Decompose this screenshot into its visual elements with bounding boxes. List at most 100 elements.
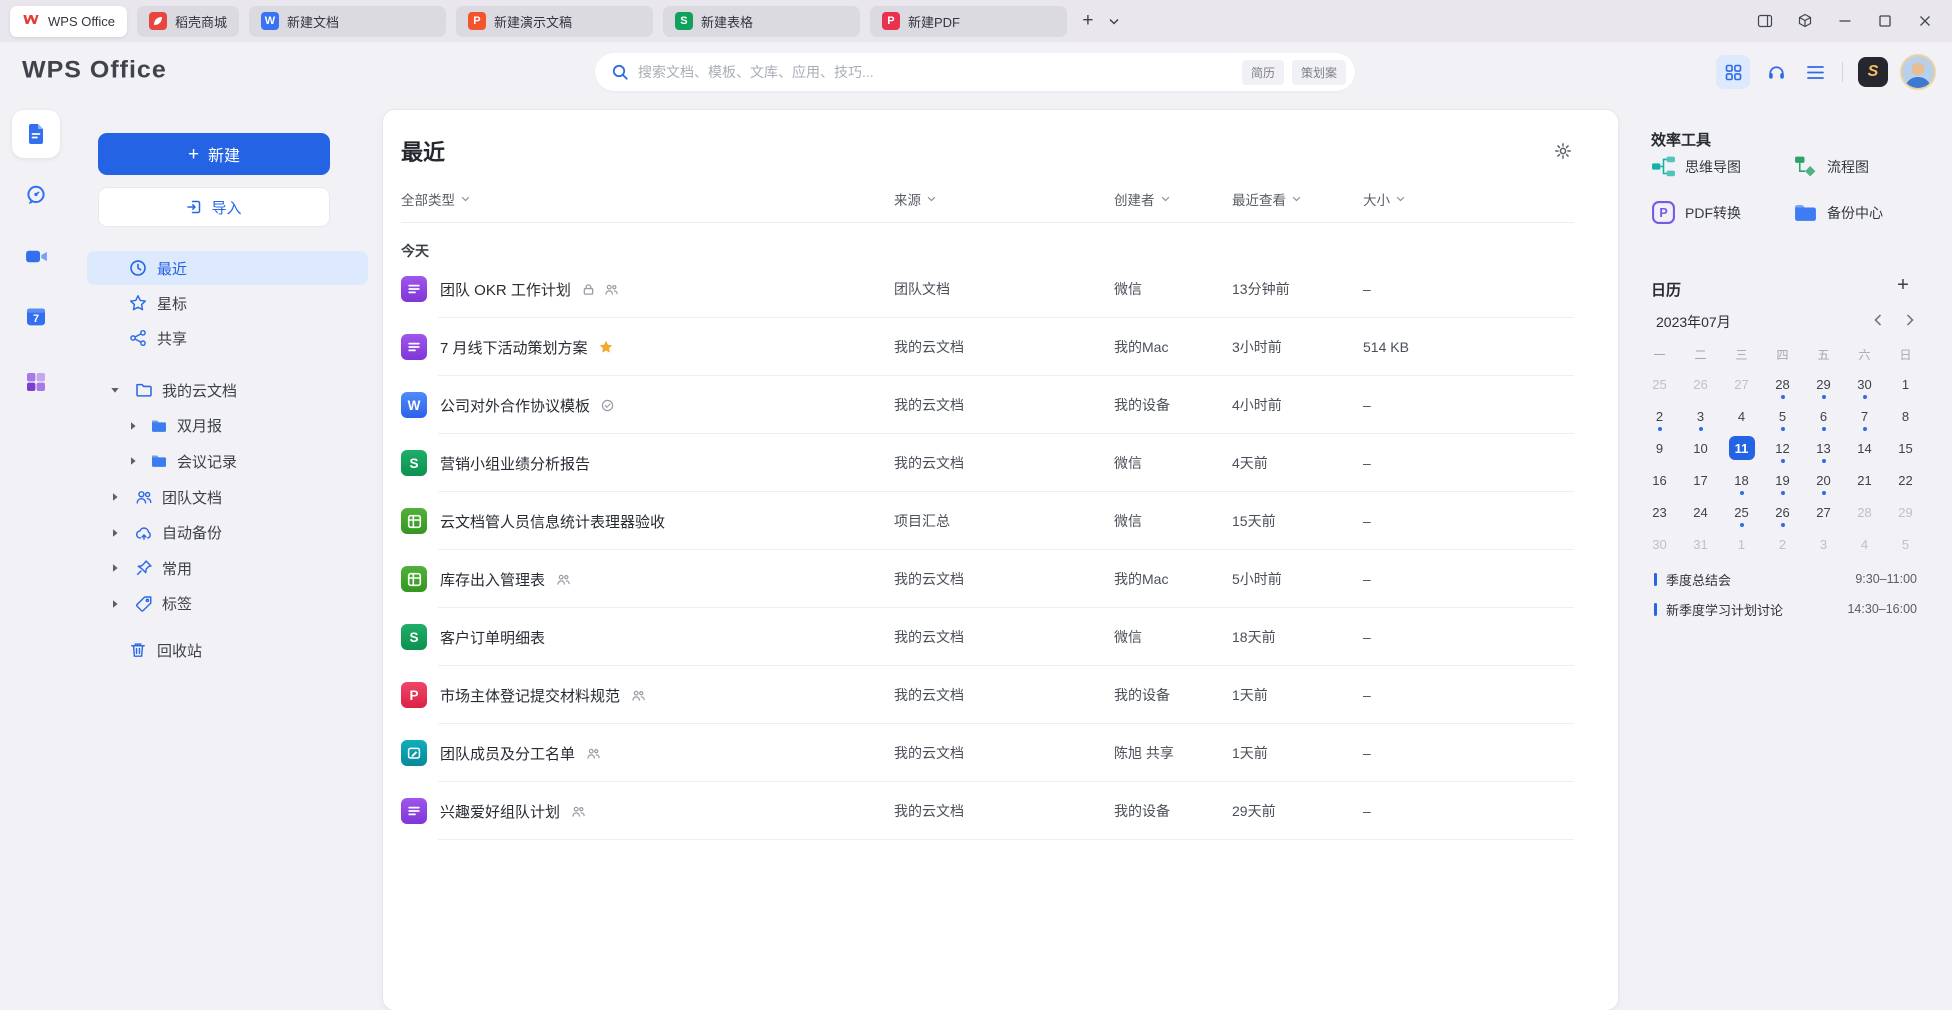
calendar-day[interactable]: 6 [1803,400,1844,432]
rail-calendar-icon[interactable]: 7 [12,293,60,341]
maximize-button[interactable] [1870,8,1900,34]
calendar-day[interactable]: 13 [1803,432,1844,464]
filter-dropdown[interactable]: 最近查看 [1232,189,1363,209]
file-row[interactable]: P 市场主体登记提交材料规范 我的云文档 我的设备 1天前 – [401,666,1574,724]
calendar-day[interactable]: 21 [1844,464,1885,496]
settings-gear-icon[interactable] [1552,140,1574,162]
calendar-day[interactable]: 27 [1803,496,1844,528]
tool-item[interactable]: 备份中心 [1793,200,1935,225]
calendar-day[interactable]: 14 [1844,432,1885,464]
sidebar-item-trash[interactable]: 回收站 [87,633,368,667]
file-row[interactable]: S 客户订单明细表 我的云文档 微信 18天前 – [401,608,1574,666]
new-tab-button[interactable]: + [1075,8,1101,34]
add-event-icon[interactable]: + [1892,274,1914,296]
calendar-day[interactable]: 3 [1803,528,1844,560]
calendar-day[interactable]: 28 [1844,496,1885,528]
sidebar-tree-item[interactable]: 常用 [87,551,368,586]
calendar-day[interactable]: 29 [1803,368,1844,400]
calendar-day[interactable]: 27 [1721,368,1762,400]
file-row[interactable]: 兴趣爱好组队计划 我的云文档 我的设备 29天前 – [401,782,1574,840]
event-item[interactable]: 新季度学习计划讨论 14:30–16:00 [1654,594,1917,624]
sidebar-tree-item[interactable]: 标签 [87,587,368,622]
calendar-prev-icon[interactable] [1868,310,1888,330]
calendar-day[interactable]: 17 [1680,464,1721,496]
caret-right-icon[interactable] [128,456,138,466]
tool-item[interactable]: P PDF转换 [1651,200,1793,225]
calendar-day[interactable]: 3 [1680,400,1721,432]
calendar-day[interactable]: 22 [1885,464,1926,496]
calendar-day[interactable]: 23 [1639,496,1680,528]
filter-dropdown[interactable]: 创建者 [1114,189,1232,209]
global-menu-icon[interactable] [1803,60,1827,84]
calendar-day[interactable]: 5 [1885,528,1926,560]
calendar-day[interactable]: 10 [1680,432,1721,464]
calendar-day[interactable]: 28 [1762,368,1803,400]
file-row[interactable]: 7 月线下活动策划方案 我的云文档 我的Mac 3小时前 514 KB [401,318,1574,376]
tab-list-chevron[interactable] [1101,8,1127,34]
caret-down-icon[interactable] [110,385,120,395]
filter-dropdown[interactable]: 大小 [1363,189,1574,209]
app-tab[interactable]: 稻壳商城 [137,6,239,37]
calendar-day[interactable]: 26 [1762,496,1803,528]
calendar-day[interactable]: 20 [1803,464,1844,496]
caret-right-icon[interactable] [110,563,120,573]
membership-badge-icon[interactable]: S [1858,57,1888,87]
app-tab[interactable]: P 新建演示文稿 [456,6,653,37]
sidebar-tree-item[interactable]: 会议记录 [87,444,368,479]
filter-dropdown[interactable]: 全部类型 [401,189,894,209]
calendar-day[interactable]: 25 [1721,496,1762,528]
file-row[interactable]: 库存出入管理表 我的云文档 我的Mac 5小时前 – [401,550,1574,608]
calendar-day[interactable]: 4 [1721,400,1762,432]
close-button[interactable] [1910,8,1940,34]
sidebar-item[interactable]: 共享 [87,321,368,355]
calendar-day[interactable]: 24 [1680,496,1721,528]
tool-item[interactable]: 流程图 [1793,154,1935,179]
calendar-day[interactable]: 1 [1721,528,1762,560]
calendar-day[interactable]: 2 [1639,400,1680,432]
calendar-day[interactable]: 25 [1639,368,1680,400]
calendar-day[interactable]: 11 [1721,432,1762,464]
file-row[interactable]: 团队成员及分工名单 我的云文档 陈旭 共享 1天前 – [401,724,1574,782]
sidebar-tree-item[interactable]: 双月报 [87,409,368,444]
calendar-day[interactable]: 15 [1885,432,1926,464]
file-row[interactable]: S 营销小组业绩分析报告 我的云文档 微信 4天前 – [401,434,1574,492]
rail-chat-icon[interactable] [12,171,60,219]
sidebar-toggle-icon[interactable] [1750,8,1780,34]
calendar-day[interactable]: 9 [1639,432,1680,464]
caret-right-icon[interactable] [110,599,120,609]
caret-right-icon[interactable] [110,492,120,502]
calendar-day[interactable]: 8 [1885,400,1926,432]
rail-apps-icon[interactable] [12,358,60,406]
app-tab[interactable]: S 新建表格 [663,6,860,37]
calendar-day[interactable]: 5 [1762,400,1803,432]
calendar-day[interactable]: 12 [1762,432,1803,464]
sidebar-tree-item[interactable]: 自动备份 [87,515,368,550]
file-row[interactable]: 团队 OKR 工作计划 团队文档 微信 13分钟前 – [401,260,1574,318]
rail-documents-icon[interactable] [12,110,60,158]
file-row[interactable]: 云文档管人员信息统计表理器验收 项目汇总 微信 15天前 – [401,492,1574,550]
sidebar-item[interactable]: 最近 [87,251,368,285]
event-item[interactable]: 季度总结会 9:30–11:00 [1654,564,1917,594]
new-document-button[interactable]: + 新建 [98,133,330,175]
calendar-day[interactable]: 19 [1762,464,1803,496]
file-row[interactable]: W 公司对外合作协议模板 我的云文档 我的设备 4小时前 – [401,376,1574,434]
app-tab[interactable]: WPS Office [10,6,127,37]
calendar-day[interactable]: 30 [1844,368,1885,400]
workspace-cube-icon[interactable] [1790,8,1820,34]
calendar-day[interactable]: 16 [1639,464,1680,496]
calendar-next-icon[interactable] [1900,310,1920,330]
app-tab[interactable]: W 新建文档 [249,6,446,37]
user-avatar[interactable] [1900,54,1936,90]
calendar-day[interactable]: 31 [1680,528,1721,560]
import-button[interactable]: 导入 [98,187,330,227]
search-tag-resume[interactable]: 简历 [1242,60,1284,85]
filter-dropdown[interactable]: 来源 [894,189,1114,209]
calendar-day[interactable]: 4 [1844,528,1885,560]
minimize-button[interactable] [1830,8,1860,34]
caret-right-icon[interactable] [128,421,138,431]
app-tab[interactable]: P 新建PDF [870,6,1067,37]
calendar-day[interactable]: 26 [1680,368,1721,400]
sidebar-tree-item[interactable]: 我的云文档 [87,373,368,408]
search-input[interactable] [638,64,1234,80]
sidebar-tree-item[interactable]: 团队文档 [87,480,368,515]
